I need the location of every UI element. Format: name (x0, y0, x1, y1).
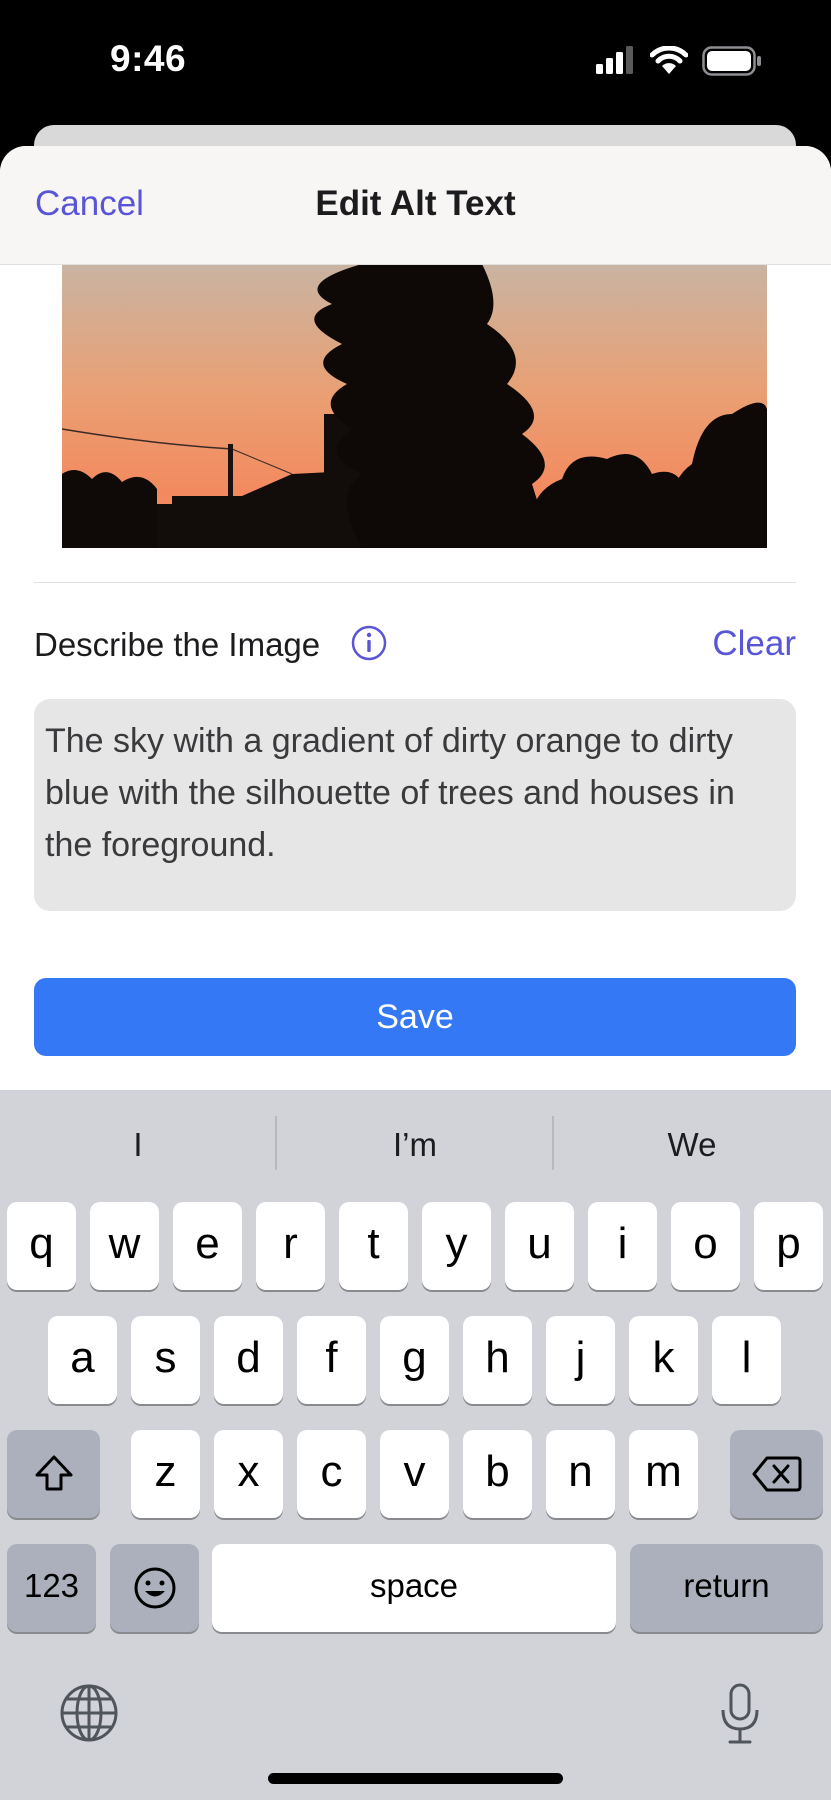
status-bar: 9:46 (0, 0, 831, 125)
alt-text-input[interactable]: The sky with a gradient of dirty orange … (34, 699, 796, 911)
key-f[interactable]: f (297, 1316, 366, 1404)
delete-key[interactable] (730, 1430, 823, 1518)
image-preview (62, 264, 767, 548)
key-b[interactable]: b (463, 1430, 532, 1518)
key-v[interactable]: v (380, 1430, 449, 1518)
key-e[interactable]: e (173, 1202, 242, 1290)
microphone-icon[interactable] (718, 1682, 762, 1746)
shift-icon (35, 1455, 72, 1491)
suggestion-1[interactable]: I (0, 1090, 276, 1200)
return-key[interactable]: return (630, 1544, 823, 1632)
navigation-bar: Cancel Edit Alt Text (0, 146, 831, 265)
key-q[interactable]: q (7, 1202, 76, 1290)
shift-key[interactable] (7, 1430, 100, 1518)
divider (34, 582, 796, 583)
key-k[interactable]: k (629, 1316, 698, 1404)
key-p[interactable]: p (754, 1202, 823, 1290)
wifi-icon (650, 46, 688, 74)
delete-icon (752, 1456, 801, 1492)
key-z[interactable]: z (131, 1430, 200, 1518)
key-m[interactable]: m (629, 1430, 698, 1518)
key-i[interactable]: i (588, 1202, 657, 1290)
numbers-key[interactable]: 123 (7, 1544, 96, 1632)
key-w[interactable]: w (90, 1202, 159, 1290)
keyboard: I I’m We q w e r t y u i o p a s d f g h… (0, 1090, 831, 1800)
cellular-signal-icon (596, 46, 633, 74)
key-h[interactable]: h (463, 1316, 532, 1404)
save-button[interactable]: Save (34, 978, 796, 1056)
home-indicator (268, 1773, 563, 1784)
key-l[interactable]: l (712, 1316, 781, 1404)
info-icon[interactable] (350, 624, 388, 662)
key-t[interactable]: t (339, 1202, 408, 1290)
describe-label: Describe the Image (34, 626, 321, 663)
key-r[interactable]: r (256, 1202, 325, 1290)
battery-icon (702, 46, 761, 76)
globe-icon[interactable] (58, 1682, 120, 1744)
key-n[interactable]: n (546, 1430, 615, 1518)
key-o[interactable]: o (671, 1202, 740, 1290)
page-title: Edit Alt Text (315, 184, 516, 223)
key-j[interactable]: j (546, 1316, 615, 1404)
suggestion-2[interactable]: I’m (277, 1090, 553, 1200)
key-u[interactable]: u (505, 1202, 574, 1290)
key-x[interactable]: x (214, 1430, 283, 1518)
describe-row: Describe the Image Clear (34, 620, 796, 670)
key-y[interactable]: y (422, 1202, 491, 1290)
key-a[interactable]: a (48, 1316, 117, 1404)
space-key[interactable]: space (212, 1544, 616, 1632)
clear-button[interactable]: Clear (712, 624, 796, 664)
key-c[interactable]: c (297, 1430, 366, 1518)
key-d[interactable]: d (214, 1316, 283, 1404)
emoji-key[interactable] (110, 1544, 199, 1632)
emoji-icon (134, 1567, 175, 1609)
suggestion-3[interactable]: We (554, 1090, 830, 1200)
key-s[interactable]: s (131, 1316, 200, 1404)
key-g[interactable]: g (380, 1316, 449, 1404)
edit-alt-text-sheet: Cancel Edit Alt Text Describe the Image … (0, 146, 831, 1090)
status-time: 9:46 (110, 38, 187, 79)
